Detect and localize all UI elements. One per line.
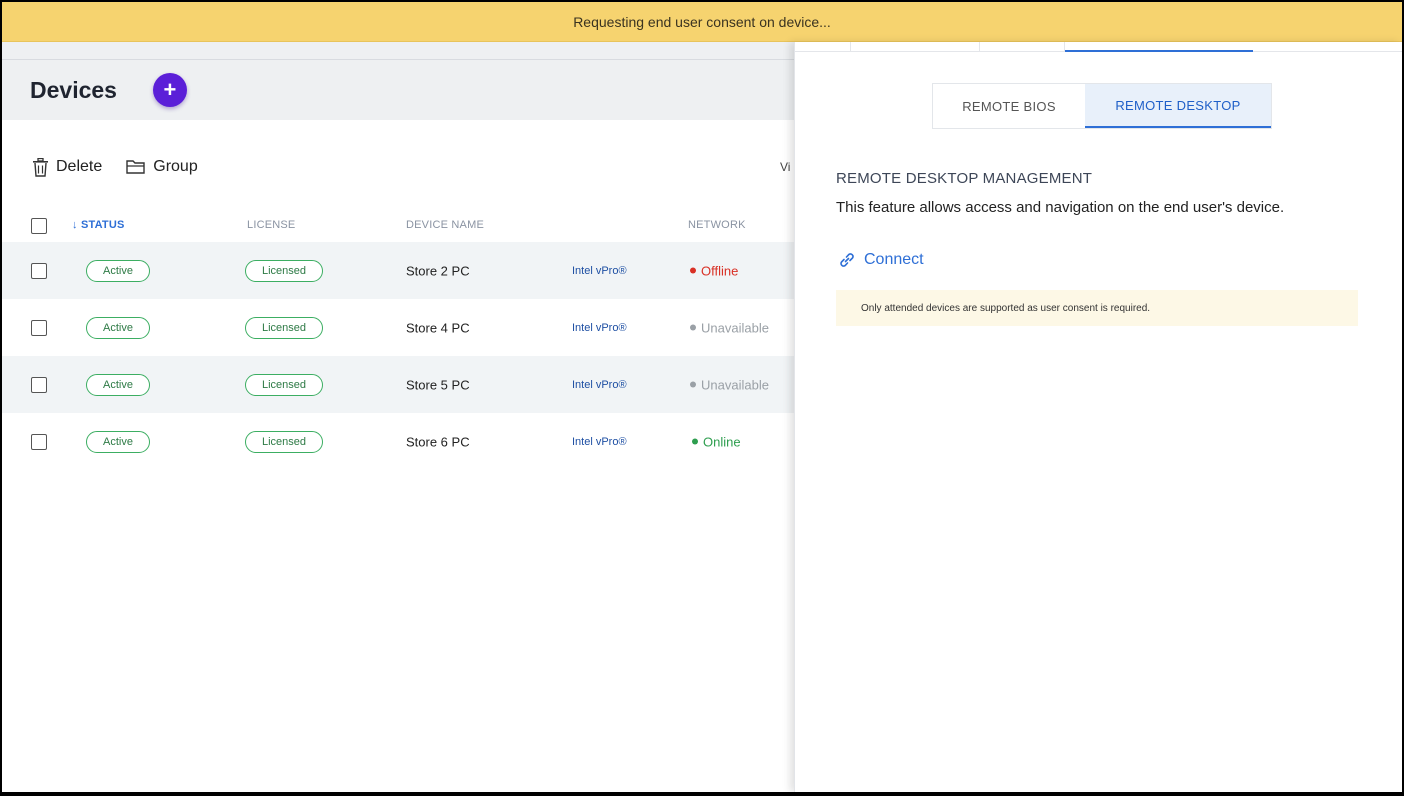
offline-dot-icon [690,267,696,274]
consent-note: Only attended devices are supported as u… [836,290,1358,326]
select-all-checkbox[interactable] [31,218,47,234]
row-checkbox[interactable] [31,262,47,279]
active-tab-indicator [1065,50,1253,52]
remote-mode-tabs: REMOTE BIOS REMOTE DESKTOP [932,83,1272,129]
row-checkbox[interactable] [31,376,47,393]
column-status-label: STATUS [80,219,125,231]
device-name[interactable]: Store 6 PC [406,434,470,449]
network-status: Unavailable [690,320,769,335]
devices-table: ↓ STATUS LICENSE DEVICE NAME NETWORK Act… [2,210,794,470]
online-dot-icon [692,438,698,445]
column-network[interactable]: NETWORK [688,219,746,231]
banner-text: Requesting end user consent on device... [573,13,831,30]
connect-link[interactable]: Connect [838,251,924,269]
status-badge: Active [86,373,150,396]
network-status-label: Offline [701,263,739,278]
column-device-name[interactable]: DEVICE NAME [406,219,484,231]
delete-label: Delete [56,158,103,175]
table-row[interactable]: Active Licensed Store 4 PC Intel vPro® U… [2,299,794,356]
unavailable-dot-icon [690,381,696,388]
network-status: Offline [690,263,738,278]
network-status-label: Unavailable [701,320,769,335]
plus-icon: + [163,77,177,102]
top-strip [2,42,794,60]
status-badge: Active [86,259,150,282]
folder-icon [126,160,145,174]
device-name[interactable]: Store 2 PC [406,263,470,278]
license-badge: Licensed [245,259,324,282]
drawer-top-tab[interactable] [851,42,980,52]
section-title: REMOTE DESKTOP MANAGEMENT [836,170,1093,187]
tab-remote-bios[interactable]: REMOTE BIOS [933,84,1085,128]
trash-icon [33,157,48,177]
device-name[interactable]: Store 5 PC [406,377,470,392]
column-license[interactable]: LICENSE [247,219,295,231]
device-details-drawer: REMOTE BIOS REMOTE DESKTOP REMOTE DESKTO… [794,42,1402,792]
row-checkbox[interactable] [31,433,47,450]
devices-page: Devices + Delete Group Vi ↓ STATUS LICEN… [2,42,794,792]
table-row[interactable]: Active Licensed Store 5 PC Intel vPro® U… [2,356,794,413]
view-toggle-label[interactable]: Vi [780,160,790,174]
license-badge: Licensed [245,316,324,339]
app-window: Requesting end user consent on device...… [2,2,1402,792]
page-header: Devices + [2,60,794,120]
unavailable-dot-icon [690,324,696,331]
connect-label: Connect [864,251,924,268]
drawer-top-tab[interactable] [980,42,1065,52]
tech-label: Intel vPro® [572,435,627,448]
network-status: Unavailable [690,377,769,392]
network-status-label: Unavailable [701,377,769,392]
tech-label: Intel vPro® [572,378,627,391]
license-badge: Licensed [245,373,324,396]
section-description: This feature allows access and navigatio… [836,199,1285,216]
network-status: Online [692,434,741,449]
tab-remote-desktop[interactable]: REMOTE DESKTOP [1085,84,1271,128]
status-badge: Active [86,430,150,453]
delete-button[interactable]: Delete [32,157,103,177]
drawer-top-tabs [795,42,1402,52]
sort-down-icon: ↓ [72,219,78,231]
device-name[interactable]: Store 4 PC [406,320,470,335]
drawer-top-tab[interactable] [795,42,851,52]
toolbar: Delete Group [32,152,198,182]
add-device-button[interactable]: + [152,73,187,107]
license-badge: Licensed [245,430,324,453]
consent-banner: Requesting end user consent on device... [2,2,1402,42]
network-status-label: Online [703,434,741,449]
group-label: Group [153,158,198,175]
tech-label: Intel vPro® [572,321,627,334]
table-row[interactable]: Active Licensed Store 2 PC Intel vPro® O… [2,242,794,299]
table-header: ↓ STATUS LICENSE DEVICE NAME NETWORK [2,210,794,242]
row-checkbox[interactable] [31,319,47,336]
tech-label: Intel vPro® [572,264,627,277]
page-title: Devices [30,76,117,103]
column-status[interactable]: ↓ STATUS [72,219,125,231]
consent-note-text: Only attended devices are supported as u… [861,302,1151,314]
link-icon [840,253,854,267]
status-badge: Active [86,316,150,339]
table-row[interactable]: Active Licensed Store 6 PC Intel vPro® O… [2,413,794,470]
group-button[interactable]: Group [126,158,198,176]
